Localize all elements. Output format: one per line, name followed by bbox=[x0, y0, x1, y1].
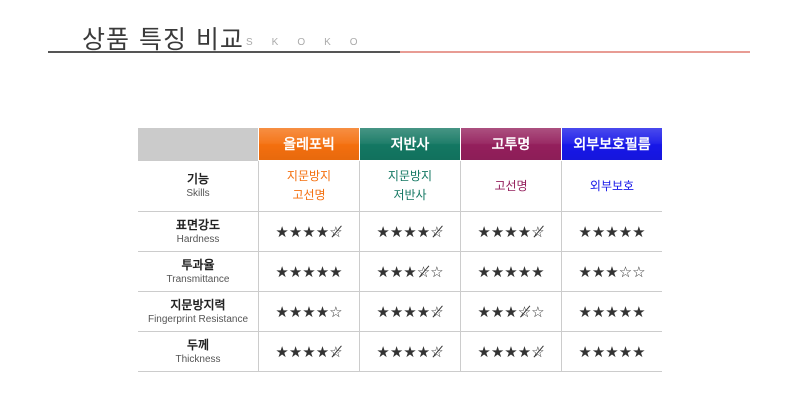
row-label-ko: 두께 bbox=[186, 337, 210, 352]
star-rating: ★★★★☆̸ bbox=[376, 223, 444, 241]
row-label-transmittance: 투과율 Transmittance bbox=[138, 251, 259, 292]
product-header-glossy: 고투명 bbox=[460, 128, 562, 161]
header-rule-dark bbox=[48, 51, 400, 53]
product-header-exterior: 외부보호필름 bbox=[561, 128, 662, 161]
rating-cell: ★★★★☆̸ bbox=[258, 211, 360, 252]
rating-cell: ★★★★★ bbox=[258, 251, 360, 292]
comparison-table: 올레포빅 저반사 고투명 외부보호필름 기능 Skills 지문방지 고선명 지… bbox=[138, 128, 662, 372]
rating-cell: ★★★★★ bbox=[561, 291, 662, 332]
star-rating: ★★★★☆̸ bbox=[275, 223, 343, 241]
rating-cell: ★★★★★ bbox=[460, 251, 562, 292]
product-header-antiglare: 저반사 bbox=[359, 128, 461, 161]
table-row-thickness: 두께 Thickness ★★★★☆̸ ★★★★☆̸ ★★★★☆̸ ★★★★★ bbox=[138, 331, 662, 372]
rating-cell: ★★★★☆̸ bbox=[359, 291, 461, 332]
star-rating: ★★★☆̸☆ bbox=[376, 263, 444, 281]
row-label-thickness: 두께 Thickness bbox=[138, 331, 259, 372]
row-label-en: Transmittance bbox=[166, 273, 230, 285]
star-rating: ★★★☆☆ bbox=[578, 263, 646, 281]
rating-cell: ★★★★☆̸ bbox=[460, 211, 562, 252]
skill-text: 고선명 bbox=[494, 178, 528, 193]
rating-cell: ★★★★☆ bbox=[258, 291, 360, 332]
star-rating: ★★★★★ bbox=[578, 223, 646, 241]
skill-text: 지문방지 bbox=[387, 169, 433, 183]
star-rating: ★★★★☆̸ bbox=[477, 343, 545, 361]
table-row-hardness: 표면강도 Hardness ★★★★☆̸ ★★★★☆̸ ★★★★☆̸ ★★★★★ bbox=[138, 211, 662, 252]
row-label-en: Hardness bbox=[176, 233, 220, 245]
rating-cell: ★★★★☆̸ bbox=[460, 331, 562, 372]
star-rating: ★★★★☆̸ bbox=[275, 343, 343, 361]
star-rating: ★★★★☆̸ bbox=[376, 343, 444, 361]
rating-cell: ★★★☆̸☆ bbox=[359, 251, 461, 292]
product-header-oleophobic: 올레포빅 bbox=[258, 128, 360, 161]
rating-cell: ★★★☆̸☆ bbox=[460, 291, 562, 332]
header-rule-accent bbox=[400, 51, 750, 53]
table-row-skills: 기능 Skills 지문방지 고선명 지문방지 저반사 고선명 외부보호 bbox=[138, 160, 662, 212]
star-rating: ★★★★★ bbox=[275, 263, 343, 281]
table-row-fingerprint: 지문방지력 Fingerprint Resistance ★★★★☆ ★★★★☆… bbox=[138, 291, 662, 332]
row-label-ko: 지문방지력 bbox=[170, 297, 226, 312]
skill-text: 고선명 bbox=[292, 188, 326, 202]
rating-cell: ★★★★☆̸ bbox=[359, 331, 461, 372]
skill-text: 지문방지 bbox=[286, 169, 332, 183]
star-rating: ★★★★☆̸ bbox=[477, 223, 545, 241]
skill-text: 저반사 bbox=[393, 188, 427, 202]
row-label-en: Thickness bbox=[175, 353, 221, 365]
header-corner-cell bbox=[138, 128, 259, 161]
table-header-row: 올레포빅 저반사 고투명 외부보호필름 bbox=[138, 128, 662, 161]
rating-cell: ★★★★★ bbox=[561, 331, 662, 372]
rating-cell: ★★★☆☆ bbox=[561, 251, 662, 292]
star-rating: ★★★★★ bbox=[578, 303, 646, 321]
skills-cell-oleophobic: 지문방지 고선명 bbox=[258, 160, 360, 212]
row-label-ko: 표면강도 bbox=[175, 217, 221, 232]
rating-cell: ★★★★☆̸ bbox=[258, 331, 360, 372]
rating-cell: ★★★★★ bbox=[561, 211, 662, 252]
rating-cell: ★★★★☆̸ bbox=[359, 211, 461, 252]
star-rating: ★★★☆̸☆ bbox=[477, 303, 545, 321]
skills-cell-exterior: 외부보호 bbox=[561, 160, 662, 212]
skills-cell-glossy: 고선명 bbox=[460, 160, 562, 212]
star-rating: ★★★★☆ bbox=[275, 303, 343, 321]
row-label-fingerprint: 지문방지력 Fingerprint Resistance bbox=[138, 291, 259, 332]
row-label-en: Skills bbox=[186, 187, 210, 199]
star-rating: ★★★★★ bbox=[578, 343, 646, 361]
row-label-skills: 기능 Skills bbox=[138, 160, 259, 212]
row-label-en: Fingerprint Resistance bbox=[147, 313, 249, 325]
row-label-ko: 투과율 bbox=[181, 257, 215, 272]
table-row-transmittance: 투과율 Transmittance ★★★★★ ★★★☆̸☆ ★★★★★ ★★★… bbox=[138, 251, 662, 292]
star-rating: ★★★★☆̸ bbox=[376, 303, 444, 321]
star-rating: ★★★★★ bbox=[477, 263, 545, 281]
skills-cell-antiglare: 지문방지 저반사 bbox=[359, 160, 461, 212]
brand-watermark: SKOKO bbox=[246, 37, 377, 48]
row-label-hardness: 표면강도 Hardness bbox=[138, 211, 259, 252]
row-label-ko: 기능 bbox=[186, 171, 210, 186]
skill-text: 외부보호 bbox=[589, 178, 635, 193]
